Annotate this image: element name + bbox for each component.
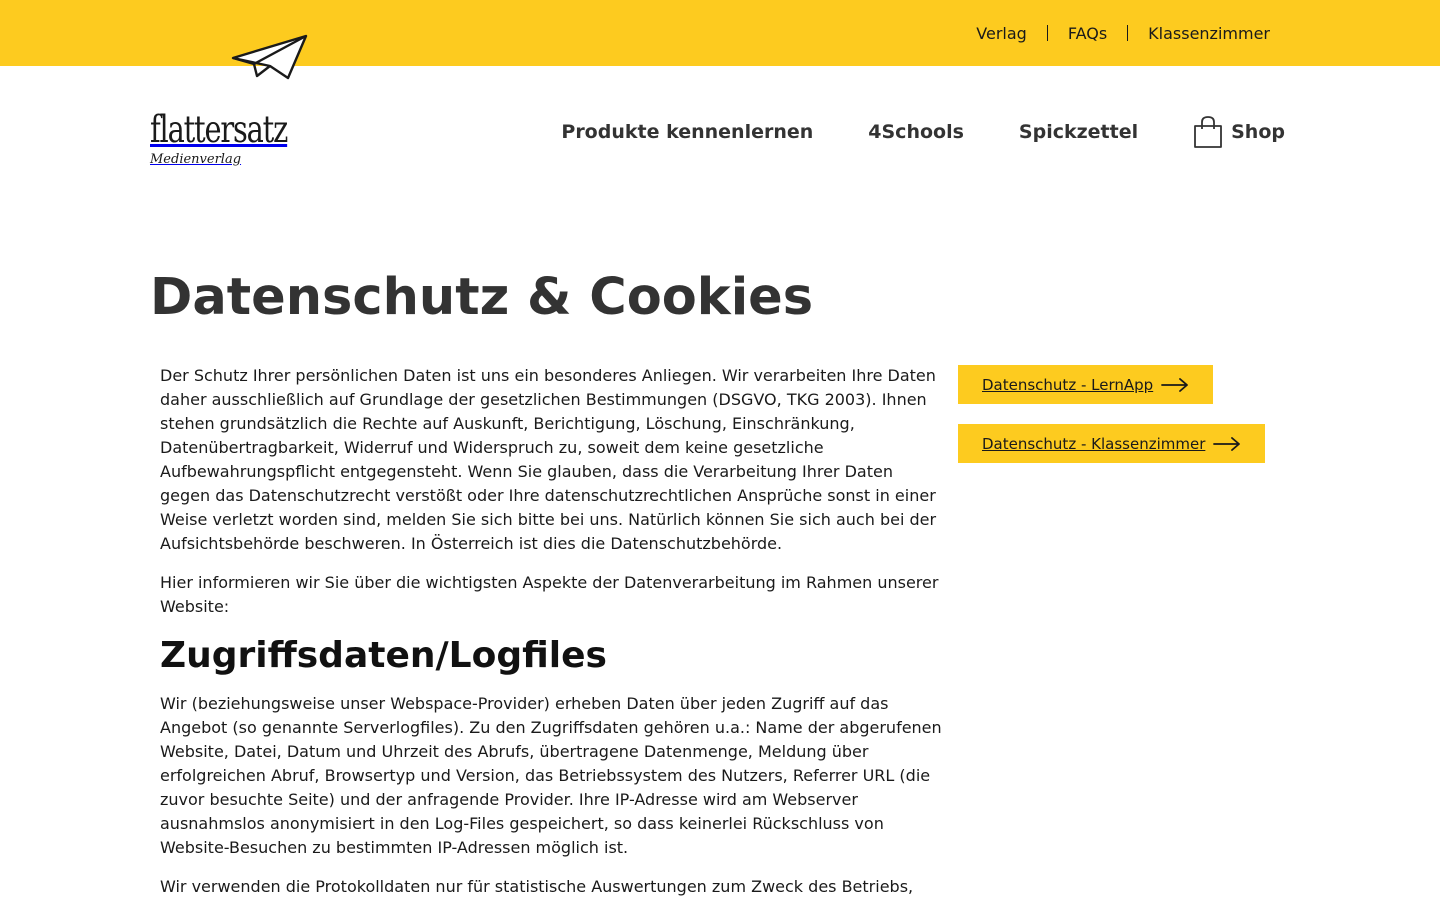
intro-paragraph: Der Schutz Ihrer persönlichen Daten ist … <box>160 366 937 553</box>
logo-subtitle: Medienverlag <box>150 152 242 167</box>
arrow-right-icon <box>1161 377 1189 392</box>
top-nav-faqs[interactable]: FAQs <box>1068 24 1107 43</box>
datenschutz-klassenzimmer-button[interactable]: Datenschutz - Klassenzimmer <box>958 424 1266 463</box>
logfiles-paragraph: Wir (beziehungsweise unser Webspace-Prov… <box>160 694 942 857</box>
shopping-bag-icon <box>1194 116 1223 148</box>
nav-shop-label: Shop <box>1231 121 1285 143</box>
paper-plane-icon <box>231 34 308 80</box>
brand-logo[interactable]: flattersatz Medienverlag <box>150 108 326 168</box>
datenschutz-lernapp-button[interactable]: Datenschutz - LernApp <box>958 365 1214 404</box>
logo-wordmark: flattersatz <box>150 108 288 151</box>
sidebar: Datenschutz - LernApp Datenschutz - Klas… <box>958 365 1266 483</box>
section-heading-logfiles: Zugriffsdaten/Logfiles <box>160 635 607 676</box>
top-nav-separator <box>1046 25 1048 41</box>
top-nav-verlag[interactable]: Verlag <box>976 24 1027 43</box>
nav-shop[interactable]: Shop <box>1193 116 1285 148</box>
datenschutz-lernapp-label: Datenschutz - LernApp <box>982 375 1154 394</box>
main-content: Der Schutz Ihrer persönlichen Daten ist … <box>160 364 942 900</box>
protocol-paragraph: Wir verwenden die Protokolldaten nur für… <box>160 877 914 896</box>
nav-spickzettel[interactable]: Spickzettel <box>1019 121 1138 143</box>
page-title: Datenschutz & Cookies <box>150 268 814 327</box>
nav-produkte[interactable]: Produkte kennenlernen <box>561 121 813 143</box>
main-nav: Produkte kennenlernen 4Schools Spickzett… <box>561 114 1285 150</box>
nav-4schools[interactable]: 4Schools <box>868 121 964 143</box>
info-paragraph: Hier informieren wir Sie über die wichti… <box>160 573 939 616</box>
arrow-right-icon <box>1213 436 1241 451</box>
top-nav-klassenzimmer[interactable]: Klassenzimmer <box>1148 24 1270 43</box>
datenschutz-klassenzimmer-label: Datenschutz - Klassenzimmer <box>982 434 1206 453</box>
top-nav-separator <box>1127 25 1129 41</box>
top-nav: Verlag FAQs Klassenzimmer <box>976 0 1270 66</box>
